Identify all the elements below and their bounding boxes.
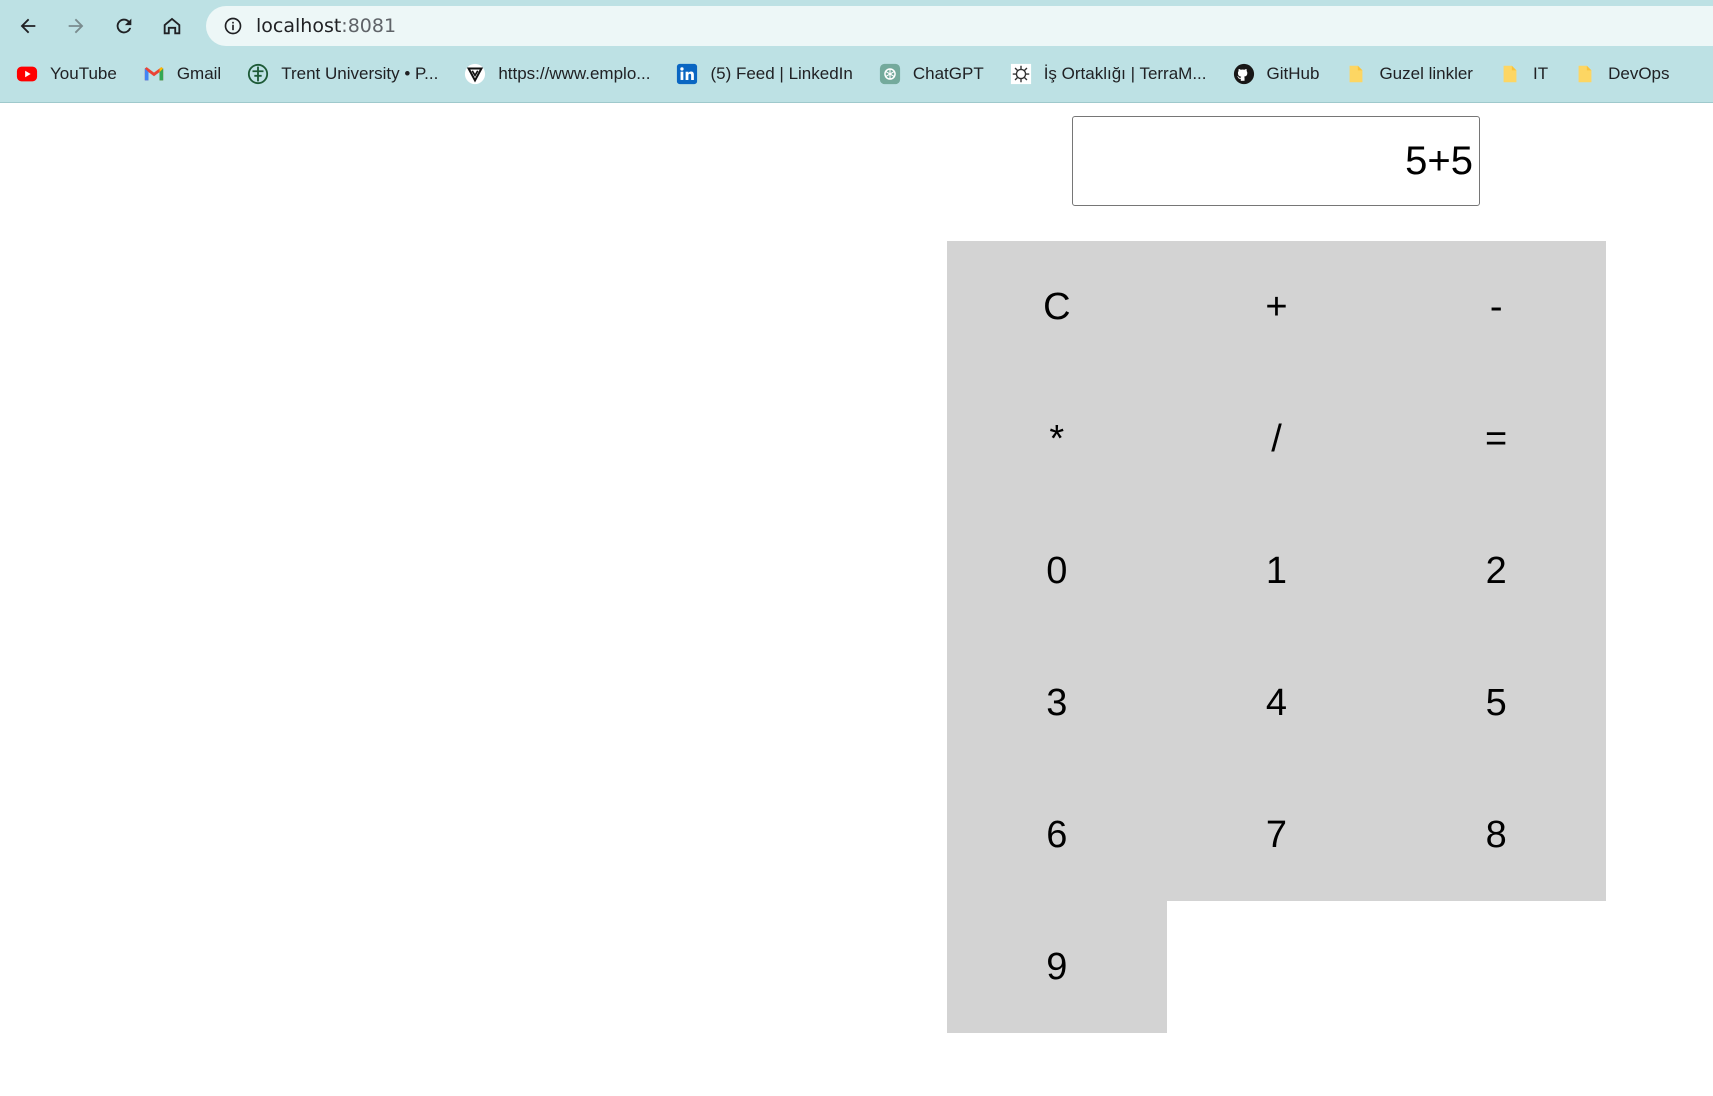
url-host: localhost — [256, 15, 342, 37]
divide-button[interactable]: / — [1166, 373, 1387, 505]
site-info-icon[interactable] — [222, 15, 244, 37]
calculator-display: 5+5 — [1072, 116, 1480, 206]
bookmark-youtube[interactable]: YouTube — [0, 58, 127, 90]
digit-4-button[interactable]: 4 — [1166, 637, 1387, 769]
bookmark-label: YouTube — [50, 64, 117, 83]
url-text: localhost:8081 — [256, 15, 396, 37]
bookmark-label: Guzel linkler — [1379, 64, 1473, 83]
multiply-button[interactable]: * — [947, 373, 1167, 505]
bookmark-label: DevOps — [1608, 64, 1670, 83]
folder-icon — [1499, 63, 1521, 85]
bookmark-label: Trent University • P... — [281, 64, 439, 83]
digit-6-button[interactable]: 6 — [947, 769, 1167, 901]
linkedin-icon — [676, 63, 698, 85]
clear-button[interactable]: C — [947, 241, 1167, 373]
digit-0-button[interactable]: 0 — [947, 505, 1167, 637]
address-bar[interactable]: localhost:8081 — [206, 6, 1713, 46]
calculator-keypad: C + - * / = 0 1 2 3 4 5 6 7 8 9 — [947, 241, 1606, 1033]
forward-arrow-icon — [68, 18, 84, 34]
plus-button[interactable]: + — [1166, 241, 1387, 373]
folder-icon — [1345, 63, 1367, 85]
bookmark-linkedin[interactable]: (5) Feed | LinkedIn — [660, 58, 862, 90]
gmail-icon — [143, 63, 165, 85]
employer-site-icon — [464, 63, 486, 85]
bookmark-label: https://www.emplo... — [498, 64, 651, 83]
bookmark-gmail[interactable]: Gmail — [127, 58, 231, 90]
chatgpt-icon — [879, 63, 901, 85]
home-button[interactable] — [154, 8, 190, 44]
bookmark-label: İş Ortaklığı | TerraM... — [1043, 64, 1207, 83]
digit-5-button[interactable]: 5 — [1386, 637, 1606, 769]
folder-icon — [1574, 63, 1596, 85]
digit-7-button[interactable]: 7 — [1166, 769, 1387, 901]
bookmark-label: IT — [1532, 64, 1549, 83]
bookmark-employer-site[interactable]: https://www.emplo... — [448, 58, 660, 90]
youtube-icon — [16, 63, 38, 85]
digit-1-button[interactable]: 1 — [1166, 505, 1387, 637]
back-arrow-icon — [20, 18, 36, 34]
github-icon — [1233, 63, 1255, 85]
bookmark-folder-it[interactable]: IT — [1483, 58, 1558, 90]
digit-9-button[interactable]: 9 — [947, 901, 1167, 1033]
digit-2-button[interactable]: 2 — [1386, 505, 1606, 637]
bookmark-label: ChatGPT — [912, 64, 984, 83]
browser-toolbar: localhost:8081 YouTube Gmail Trent Unive… — [0, 0, 1713, 103]
bookmark-folder-devops[interactable]: DevOps — [1558, 58, 1679, 90]
bookmark-label: (5) Feed | LinkedIn — [710, 64, 853, 83]
digit-3-button[interactable]: 3 — [947, 637, 1167, 769]
home-icon — [163, 17, 181, 35]
digit-8-button[interactable]: 8 — [1386, 769, 1606, 901]
url-port: :8081 — [341, 15, 397, 37]
forward-button[interactable] — [58, 8, 94, 44]
bookmark-github[interactable]: GitHub — [1217, 58, 1330, 90]
equals-button[interactable]: = — [1386, 373, 1606, 505]
trent-university-icon — [247, 63, 269, 85]
reload-button[interactable] — [106, 8, 142, 44]
bookmark-chatgpt[interactable]: ChatGPT — [863, 58, 994, 90]
bookmark-label: Gmail — [176, 64, 222, 83]
reload-icon — [116, 18, 132, 34]
minus-button[interactable]: - — [1386, 241, 1606, 373]
bookmarks-bar: YouTube Gmail Trent University • P... ht… — [0, 56, 1713, 92]
terram-icon — [1010, 63, 1032, 85]
back-button[interactable] — [10, 8, 46, 44]
bookmark-label: GitHub — [1266, 64, 1320, 83]
bookmark-trent-university[interactable]: Trent University • P... — [231, 58, 448, 90]
bookmark-folder-guzel-linkler[interactable]: Guzel linkler — [1329, 58, 1483, 90]
bookmark-terram[interactable]: İş Ortaklığı | TerraM... — [994, 58, 1217, 90]
